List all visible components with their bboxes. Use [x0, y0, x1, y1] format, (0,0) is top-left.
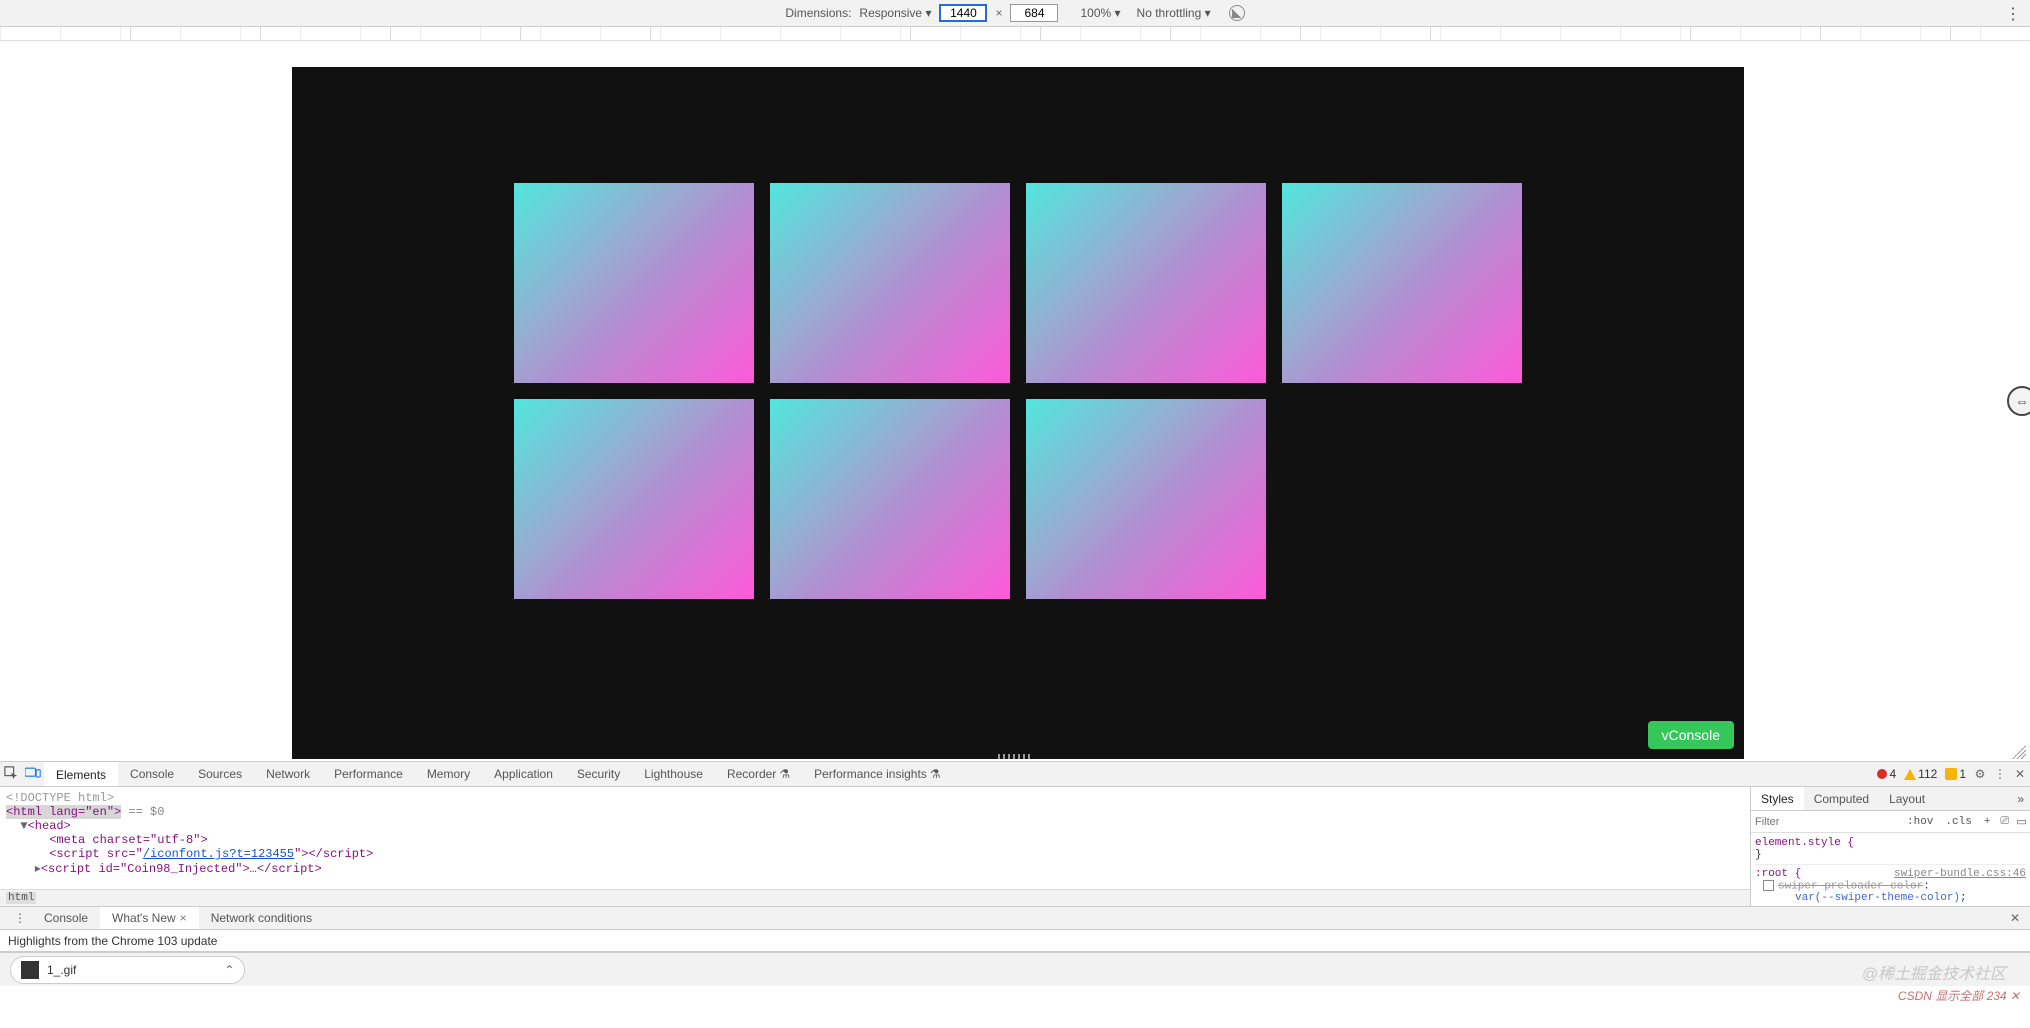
drawer-tab-console[interactable]: Console: [32, 907, 100, 929]
vconsole-button[interactable]: vConsole: [1648, 721, 1734, 749]
tab-performance-insights[interactable]: Performance insights⚗: [802, 762, 952, 786]
css-prop-value: var(--swiper-theme-color): [1795, 892, 1960, 904]
tab-sources[interactable]: Sources: [186, 762, 254, 786]
drawer-tab-network-conditions[interactable]: Network conditions: [199, 907, 324, 929]
gradient-tile: [1026, 399, 1266, 599]
count: 1: [1959, 767, 1966, 781]
zoom-dropdown[interactable]: 100%: [1080, 6, 1120, 20]
frame-resize-handle[interactable]: [2007, 386, 2030, 416]
device-toolbar: Dimensions: Responsive × 100% No throttl…: [0, 0, 2030, 27]
computed-toggle-icon[interactable]: ▭: [2013, 815, 2030, 828]
splitter-grip-icon[interactable]: [998, 754, 1032, 759]
breadcrumb-item[interactable]: html: [6, 892, 36, 904]
watermark-csdn: CSDN 显示全部 234 ✕: [1898, 987, 2020, 1004]
styles-tab-layout[interactable]: Layout: [1879, 787, 1935, 810]
ruler-strip: [0, 27, 2030, 41]
error-count-badge[interactable]: 4: [1877, 767, 1896, 781]
dom-html-line[interactable]: <html lang="en"> == $0: [6, 805, 1744, 819]
drawer-body: Highlights from the Chrome 103 update: [0, 930, 2030, 952]
kebab-menu-icon[interactable]: ⋮: [2005, 4, 2020, 24]
dom-doctype: <!DOCTYPE html>: [6, 791, 1744, 805]
download-chip[interactable]: 1_.gif ⌃: [10, 956, 245, 984]
prop-checkbox[interactable]: [1763, 880, 1774, 891]
styles-more-icon[interactable]: »: [2011, 792, 2030, 806]
device-preset-dropdown[interactable]: Responsive: [859, 6, 931, 20]
count: 4: [1889, 767, 1896, 781]
tab-performance[interactable]: Performance: [322, 762, 415, 786]
dom-script1-line[interactable]: <script src="/iconfont.js?t=123455"></sc…: [6, 847, 1744, 861]
styles-filter-input[interactable]: [1751, 814, 1901, 830]
drawer-close-icon[interactable]: ✕: [2000, 911, 2030, 925]
gradient-tile: [1026, 183, 1266, 383]
device-frame: vConsole: [292, 67, 1744, 759]
settings-gear-icon[interactable]: ⚙: [1970, 767, 1990, 781]
height-input[interactable]: [1010, 4, 1058, 22]
gradient-tile: [770, 183, 1010, 383]
responsive-preview-area: vConsole: [0, 41, 2030, 761]
styles-tab-computed[interactable]: Computed: [1804, 787, 1879, 810]
close-tab-icon[interactable]: ×: [180, 911, 187, 925]
devtools-kebab-icon[interactable]: ⋮: [1990, 767, 2010, 781]
devtools-tab-bar: Elements Console Sources Network Perform…: [0, 761, 2030, 787]
inspect-icon[interactable]: [0, 766, 22, 783]
dom-script2-line[interactable]: ▸<script id="Coin98_Injected">…</script>: [6, 861, 1744, 876]
elements-dom-tree[interactable]: <!DOCTYPE html> <html lang="en"> == $0 ▼…: [0, 787, 1750, 889]
count: 112: [1918, 767, 1937, 781]
dom-meta-line[interactable]: <meta charset="utf-8">: [6, 833, 1744, 847]
chevron-up-icon[interactable]: ⌃: [224, 963, 234, 977]
tab-application[interactable]: Application: [482, 762, 565, 786]
styles-tab-styles[interactable]: Styles: [1751, 787, 1804, 810]
new-style-plus[interactable]: +: [1978, 816, 1997, 828]
tab-elements[interactable]: Elements: [44, 762, 118, 786]
gradient-tile: [514, 399, 754, 599]
width-input[interactable]: [939, 4, 987, 22]
devtools-drawer-tabs: ⋮ Console What's New × Network conditions…: [0, 907, 2030, 930]
tab-network[interactable]: Network: [254, 762, 322, 786]
gradient-tile: [770, 399, 1010, 599]
download-shelf: 1_.gif ⌃: [0, 952, 2030, 986]
toggle-device-icon[interactable]: [22, 766, 44, 783]
rule-close: }: [1755, 849, 2026, 861]
rule-selector: element.style {: [1755, 837, 1854, 849]
drawer-tab-whats-new[interactable]: What's New ×: [100, 907, 199, 929]
css-prop-name: swiper-preloader-color: [1778, 880, 1923, 892]
flask-icon: ⚗: [930, 767, 941, 781]
tab-security[interactable]: Security: [565, 762, 632, 786]
resize-corner-icon[interactable]: [2012, 745, 2026, 759]
dom-breadcrumb[interactable]: html: [0, 889, 1750, 906]
styles-panel: Styles Computed Layout » :hov .cls + ⎚ ▭…: [1750, 787, 2030, 906]
drawer-kebab-icon[interactable]: ⋮: [8, 911, 32, 925]
tab-lighthouse[interactable]: Lighthouse: [632, 762, 715, 786]
tab-console[interactable]: Console: [118, 762, 186, 786]
flask-icon: ⚗: [779, 767, 790, 781]
styles-tab-bar: Styles Computed Layout »: [1751, 787, 2030, 811]
tab-label: Performance insights: [814, 767, 927, 781]
tab-recorder[interactable]: Recorder⚗: [715, 762, 802, 786]
dimensions-label: Dimensions:: [785, 6, 851, 20]
tab-memory[interactable]: Memory: [415, 762, 482, 786]
close-devtools-icon[interactable]: ✕: [2010, 767, 2030, 781]
gradient-tile: [514, 183, 754, 383]
download-filename: 1_.gif: [47, 963, 76, 977]
times-icon: ×: [995, 6, 1002, 20]
cls-chip[interactable]: .cls: [1939, 816, 1977, 828]
dom-head-line[interactable]: ▼<head>: [6, 819, 1744, 833]
warning-count-badge[interactable]: 112: [1904, 767, 1937, 781]
tab-label: Recorder: [727, 767, 776, 781]
throttling-dropdown[interactable]: No throttling: [1137, 6, 1211, 20]
devtools-body: <!DOCTYPE html> <html lang="en"> == $0 ▼…: [0, 787, 2030, 907]
issues-count-badge[interactable]: 1: [1945, 767, 1966, 781]
tab-label: What's New: [112, 911, 176, 925]
rotate-icon[interactable]: [1229, 5, 1245, 21]
styles-filter-toolbar: :hov .cls + ⎚ ▭: [1751, 811, 2030, 833]
styles-rules[interactable]: element.style { } swiper-bundle.css:46 :r…: [1751, 833, 2030, 906]
rule-source-link[interactable]: swiper-bundle.css:46: [1894, 868, 2026, 880]
gradient-tile: [1282, 183, 1522, 383]
rule-selector: :root {: [1755, 868, 1801, 880]
file-thumb-icon: [21, 961, 39, 979]
tile-grid: [514, 183, 1522, 599]
hov-chip[interactable]: :hov: [1901, 816, 1939, 828]
toggle-common-icon[interactable]: ⎚: [1996, 815, 2013, 828]
